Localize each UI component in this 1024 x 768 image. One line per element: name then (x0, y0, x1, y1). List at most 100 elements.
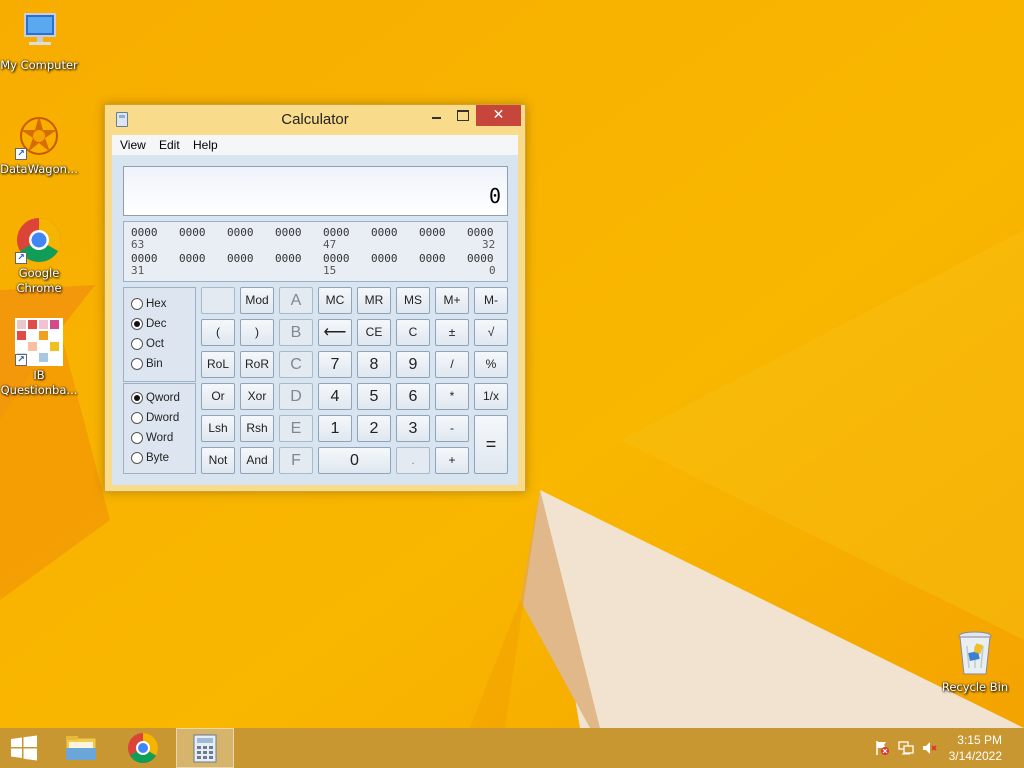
clock-date: 3/14/2022 (948, 749, 1002, 763)
not-button[interactable]: Not (201, 447, 235, 474)
file-explorer-button[interactable] (56, 728, 106, 768)
left-paren-button[interactable]: ( (201, 319, 235, 346)
radio-button[interactable] (131, 432, 143, 444)
hex-d-button[interactable]: D (279, 383, 313, 410)
minimize-button[interactable] (423, 105, 449, 126)
calculator-taskbar-button[interactable] (176, 728, 234, 768)
clear-button[interactable]: C (396, 319, 430, 346)
memory-clear-button[interactable]: MC (318, 287, 352, 314)
bit-group[interactable]: 0000 (419, 226, 459, 239)
shortcut-arrow-icon: ↗ (15, 354, 27, 366)
desktop-icon-label: IB Questionba... (0, 368, 78, 397)
digit-8-button[interactable]: 8 (357, 351, 391, 378)
hex-a-button[interactable]: A (279, 287, 313, 314)
hex-f-button[interactable]: F (279, 447, 313, 474)
desktop-icon-recycle-bin[interactable]: Recycle Bin (938, 630, 1012, 694)
maximize-button[interactable] (449, 105, 476, 126)
rotate-left-button[interactable]: RoL (201, 351, 235, 378)
digit-0-button[interactable]: 0 (318, 447, 391, 474)
menu-view[interactable]: View (120, 138, 146, 152)
xor-button[interactable]: Xor (240, 383, 274, 410)
and-button[interactable]: And (240, 447, 274, 474)
bit-group[interactable]: 0000 (179, 252, 219, 265)
menu-help[interactable]: Help (193, 138, 218, 152)
start-button[interactable] (0, 728, 48, 768)
radio-button[interactable] (131, 298, 143, 310)
volume-muted-icon[interactable] (922, 740, 938, 756)
left-shift-button[interactable]: Lsh (201, 415, 235, 442)
digit-4-button[interactable]: 4 (318, 383, 352, 410)
digit-6-button[interactable]: 6 (396, 383, 430, 410)
rotate-right-button[interactable]: RoR (240, 351, 274, 378)
right-shift-button[interactable]: Rsh (240, 415, 274, 442)
square-root-button[interactable]: √ (474, 319, 508, 346)
percent-button[interactable]: % (474, 351, 508, 378)
chrome-taskbar-button[interactable] (118, 728, 168, 768)
bit-group[interactable]: 0000 (275, 252, 315, 265)
divide-button[interactable]: / (435, 351, 469, 378)
bit-display-panel: 0000 0000 0000 0000 0000 0000 0000 0000 … (123, 221, 508, 282)
backspace-button[interactable]: ⟵ (318, 319, 352, 346)
bit-group[interactable]: 0000 (467, 252, 507, 265)
bit-group[interactable]: 0000 (227, 252, 267, 265)
add-button[interactable]: + (435, 447, 469, 474)
bit-group[interactable]: 0000 (227, 226, 267, 239)
digit-7-button[interactable]: 7 (318, 351, 352, 378)
action-center-flag-icon[interactable] (874, 740, 890, 756)
bit-position-label: 47 (323, 238, 337, 251)
mod-button[interactable]: Mod (240, 287, 274, 314)
desktop-icon-google-chrome[interactable]: ↗ Google Chrome (0, 216, 78, 296)
subtract-button[interactable]: - (435, 415, 469, 442)
system-clock[interactable]: 3:15 PM 3/14/2022 (949, 732, 1002, 764)
memory-recall-button[interactable]: MR (357, 287, 391, 314)
hex-e-button[interactable]: E (279, 415, 313, 442)
radio-button[interactable] (131, 358, 143, 370)
desktop-icon-ib-questionbank[interactable]: ↗ IB Questionba... (0, 318, 78, 398)
multiply-button[interactable]: * (435, 383, 469, 410)
digit-9-button[interactable]: 9 (396, 351, 430, 378)
equals-button[interactable]: = (474, 415, 508, 474)
radio-button[interactable] (131, 338, 143, 350)
blank-button[interactable] (201, 287, 235, 314)
bit-group[interactable]: 0000 (419, 252, 459, 265)
digit-2-button[interactable]: 2 (357, 415, 391, 442)
menu-edit[interactable]: Edit (159, 138, 180, 152)
radio-button[interactable] (131, 452, 143, 464)
radio-button-selected[interactable] (131, 318, 143, 330)
file-explorer-icon (65, 736, 97, 761)
calculator-icon (193, 734, 217, 763)
digit-1-button[interactable]: 1 (318, 415, 352, 442)
digit-5-button[interactable]: 5 (357, 383, 391, 410)
reciprocal-button[interactable]: 1/x (474, 383, 508, 410)
title-bar[interactable]: Calculator ✕ (105, 105, 525, 135)
network-icon[interactable] (898, 740, 914, 756)
or-button[interactable]: Or (201, 383, 235, 410)
negate-button[interactable]: ± (435, 319, 469, 346)
close-button[interactable]: ✕ (476, 105, 521, 126)
desktop-icon-my-computer[interactable]: My Computer (0, 8, 78, 73)
desktop-icon-label: Recycle Bin (941, 680, 1009, 694)
clear-entry-button[interactable]: CE (357, 319, 391, 346)
radio-button-selected[interactable] (131, 392, 143, 404)
result-display: 0 (123, 166, 508, 216)
bit-group[interactable]: 0000 (371, 226, 411, 239)
word-size-group: Qword Dword Word Byte (123, 383, 196, 474)
bit-group[interactable]: 0000 (275, 226, 315, 239)
display-value: 0 (488, 184, 501, 208)
right-paren-button[interactable]: ) (240, 319, 274, 346)
datawagon-icon: ↗ (15, 112, 63, 160)
desktop-icon-label: My Computer (0, 58, 78, 72)
radio-button[interactable] (131, 412, 143, 424)
bit-group[interactable]: 0000 (371, 252, 411, 265)
memory-store-button[interactable]: MS (396, 287, 430, 314)
clock-time: 3:15 PM (957, 733, 1002, 747)
memory-add-button[interactable]: M+ (435, 287, 469, 314)
digit-3-button[interactable]: 3 (396, 415, 430, 442)
bit-position-label: 31 (131, 264, 145, 277)
hex-b-button[interactable]: B (279, 319, 313, 346)
hex-c-button[interactable]: C (279, 351, 313, 378)
desktop-icon-datawagon[interactable]: ↗ DataWagon... (0, 112, 78, 177)
decimal-button[interactable]: . (396, 447, 430, 474)
memory-subtract-button[interactable]: M- (474, 287, 508, 314)
bit-group[interactable]: 0000 (179, 226, 219, 239)
